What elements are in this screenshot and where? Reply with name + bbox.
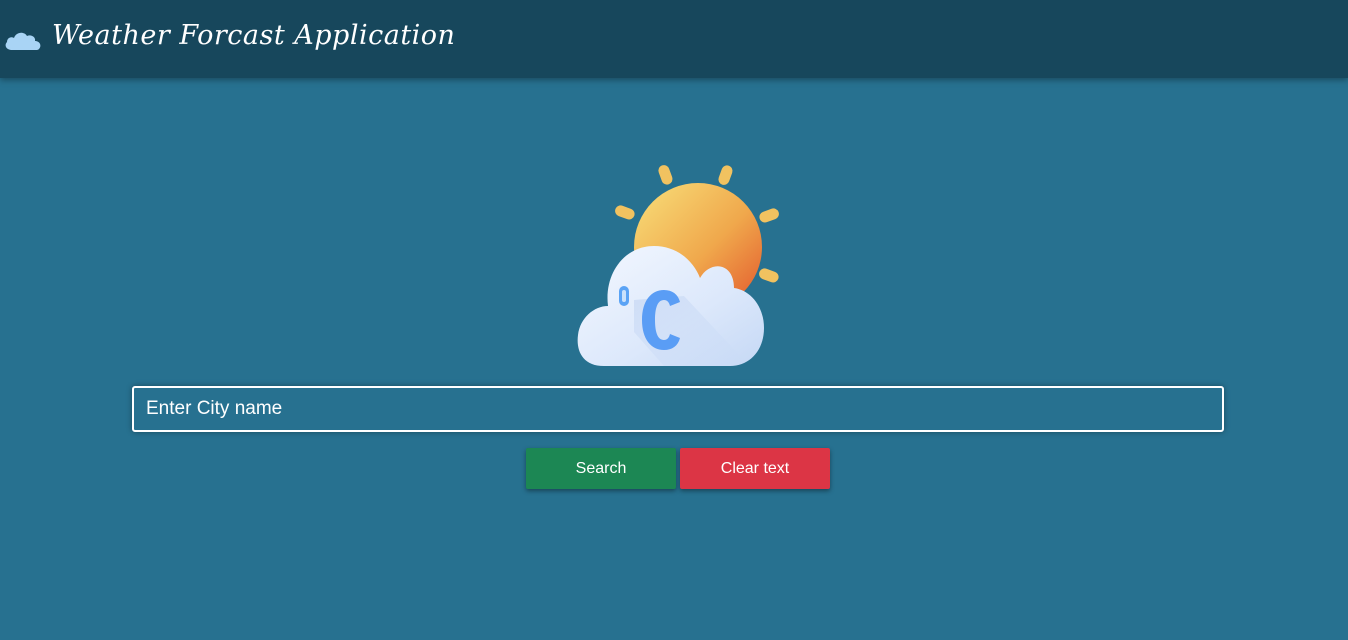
search-button[interactable]: Search: [526, 448, 676, 489]
navbar: Weather Forcast Application: [0, 0, 1348, 78]
cloud-icon: [4, 26, 42, 52]
clear-text-button[interactable]: Clear text: [680, 448, 830, 489]
sun-cloud-celsius-icon: [574, 160, 784, 372]
city-search-input[interactable]: [132, 386, 1224, 432]
app-title: Weather Forcast Application: [52, 20, 456, 51]
